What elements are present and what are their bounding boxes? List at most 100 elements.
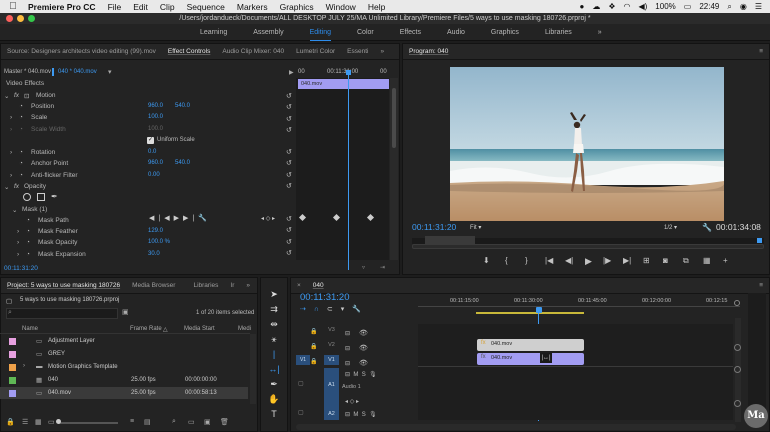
- solo-s-button[interactable]: S: [362, 372, 366, 378]
- program-menu-icon[interactable]: ≡: [753, 48, 769, 55]
- rotation-value[interactable]: 0.0: [148, 149, 156, 155]
- eye-icon[interactable]: 👁: [359, 341, 368, 356]
- automate-to-sequence-icon[interactable]: ▤: [144, 418, 151, 426]
- timeline-ruler[interactable]: 00:11:15:00 00:11:30:00 00:11:45:00 00:1…: [418, 296, 740, 314]
- timeline-zoom-handle[interactable]: [734, 300, 740, 306]
- stopwatch-icon[interactable]: ◔: [19, 114, 31, 121]
- search-icon[interactable]: ⌕: [727, 2, 731, 12]
- vscroll-handle[interactable]: [734, 344, 741, 351]
- project-item-row[interactable]: ▦ 040 25.00 fps 00:00:00:00: [0, 374, 248, 386]
- mark-out-icon[interactable]: }: [525, 256, 528, 265]
- rectangle-mask-icon[interactable]: [37, 193, 45, 201]
- notification-icon[interactable]: ☰: [755, 2, 762, 11]
- minimize-window-button[interactable]: [17, 15, 24, 22]
- uniform-scale-checkbox[interactable]: ✓: [147, 137, 154, 144]
- zoom-slider[interactable]: [58, 422, 118, 424]
- ec-filter-icon[interactable]: ▿: [362, 264, 365, 271]
- lock-icon[interactable]: 🔒: [6, 418, 15, 426]
- project-item-row[interactable]: ▭ 040.mov 25.00 fps 00:00:58:13: [0, 387, 248, 399]
- step-back-icon[interactable]: ◀|: [565, 256, 573, 265]
- disclosure-closed-icon[interactable]: ›: [17, 228, 26, 235]
- lock-track-icon[interactable]: 🔒: [310, 325, 317, 340]
- tab-libraries[interactable]: Libraries: [187, 282, 224, 289]
- add-keyframe-icon[interactable]: ◇: [350, 399, 355, 405]
- battery-icon[interactable]: ▭: [684, 2, 692, 11]
- close-sequence-icon[interactable]: ×: [291, 282, 307, 289]
- sync-lock-icon[interactable]: ⊟: [345, 412, 350, 418]
- tab-essential[interactable]: Essenti: [341, 48, 374, 55]
- siri-icon[interactable]: ◉: [740, 2, 747, 11]
- wrench-icon[interactable]: 🔧: [198, 215, 211, 222]
- new-item-icon[interactable]: ▣: [204, 418, 211, 426]
- vscroll-handle[interactable]: [734, 400, 741, 407]
- label-color-swatch[interactable]: [9, 377, 16, 384]
- hand-tool-icon[interactable]: ✋: [268, 392, 280, 407]
- record-icon[interactable]: ●: [579, 2, 584, 11]
- project-search-input[interactable]: [6, 308, 118, 319]
- comparison-view-icon[interactable]: ⧉: [683, 256, 689, 266]
- tab-project[interactable]: Project: 5 ways to use masking 180726: [1, 282, 126, 289]
- step-forward-icon[interactable]: |▶: [603, 256, 611, 265]
- workspace-assembly[interactable]: Assembly: [253, 29, 283, 36]
- type-tool-icon[interactable]: T: [268, 407, 280, 422]
- add-marker-icon[interactable]: ⬇: [483, 256, 490, 265]
- ec-export-icon[interactable]: ⇥: [380, 264, 385, 271]
- voiceover-mic-icon[interactable]: 🎙: [369, 372, 377, 378]
- disclosure-closed-icon[interactable]: ›: [10, 149, 19, 156]
- sync-lock-icon[interactable]: ⊟: [345, 357, 350, 372]
- add-keyframe-icon[interactable]: ◇: [266, 216, 271, 222]
- project-item-row[interactable]: ▭ Adjustment Layer: [0, 335, 248, 347]
- label-color-swatch[interactable]: [9, 364, 16, 371]
- dropbox-icon[interactable]: ❖: [608, 2, 615, 11]
- pen-tool-icon[interactable]: ✒: [268, 377, 280, 392]
- a2-source-patch[interactable]: ▢: [298, 409, 304, 416]
- slip-tool-icon[interactable]: |↔|: [268, 347, 280, 377]
- disclosure-closed-icon[interactable]: ›: [10, 114, 19, 121]
- play-only-audio-icon[interactable]: ▶: [289, 69, 294, 76]
- sort-icons-icon[interactable]: ≡: [130, 418, 134, 425]
- tabs-overflow-icon[interactable]: »: [375, 48, 391, 55]
- clip-dropdown-icon[interactable]: ▾: [108, 68, 112, 76]
- program-in-out-range[interactable]: [425, 236, 475, 244]
- timeline-timecode[interactable]: 00:11:31:20: [300, 292, 349, 303]
- stopwatch-icon[interactable]: ◔: [26, 228, 38, 235]
- clip-selector[interactable]: 040 * 040.mov: [58, 69, 97, 75]
- prev-keyframe-icon[interactable]: ◂: [345, 399, 348, 405]
- timeline-playhead-handle[interactable]: [536, 307, 542, 313]
- mask-row[interactable]: ⌄ Mask (1): [12, 204, 47, 215]
- stopwatch-icon[interactable]: ◔: [19, 160, 31, 167]
- fx-badge-icon[interactable]: fx: [14, 183, 24, 190]
- menu-clip[interactable]: Clip: [160, 2, 175, 12]
- settings-wrench-icon[interactable]: 🔧: [702, 223, 712, 232]
- workspace-editing[interactable]: Editing: [309, 29, 332, 41]
- track-forward-frame-icon[interactable]: ▶: [174, 215, 183, 222]
- reset-mask-opacity-icon[interactable]: ↺: [286, 237, 292, 248]
- ec-timecode[interactable]: 00:11:31:20: [4, 265, 38, 272]
- tab-source[interactable]: Source: Designers architects video editi…: [1, 48, 162, 55]
- icon-view-icon[interactable]: ▦: [35, 418, 42, 426]
- stopwatch-icon[interactable]: ◔: [19, 103, 31, 110]
- disclosure-closed-icon[interactable]: ›: [23, 363, 25, 369]
- sync-lock-icon[interactable]: ⊟: [345, 327, 350, 342]
- label-color-swatch[interactable]: [9, 338, 16, 345]
- program-zoom-bar[interactable]: [412, 244, 764, 249]
- project-tabs-overflow-icon[interactable]: »: [240, 282, 256, 289]
- next-keyframe-icon[interactable]: ▸: [272, 216, 275, 222]
- next-keyframe-icon[interactable]: ▸: [356, 399, 359, 405]
- track-v2-label[interactable]: V2: [324, 340, 339, 350]
- track-forward-icon[interactable]: ▶|: [183, 215, 198, 222]
- disclosure-closed-icon[interactable]: ›: [17, 239, 26, 246]
- reset-anchor-icon[interactable]: ↺: [286, 158, 294, 169]
- timeline-hscroll[interactable]: [296, 424, 736, 430]
- voiceover-mic-icon[interactable]: 🎙: [369, 412, 377, 418]
- column-media[interactable]: Medi: [238, 326, 251, 332]
- wifi-icon[interactable]: ◠: [623, 2, 630, 11]
- reset-mask-feather-icon[interactable]: ↺: [286, 225, 292, 236]
- workspace-graphics[interactable]: Graphics: [491, 29, 519, 36]
- mute-m-button[interactable]: M: [353, 372, 358, 378]
- menu-help[interactable]: Help: [368, 2, 385, 12]
- column-media-start[interactable]: Media Start: [184, 326, 215, 332]
- timeline-menu-icon[interactable]: ≡: [753, 282, 769, 289]
- vr-video-icon[interactable]: ▦: [703, 256, 711, 265]
- freeform-view-icon[interactable]: ▭: [48, 418, 55, 426]
